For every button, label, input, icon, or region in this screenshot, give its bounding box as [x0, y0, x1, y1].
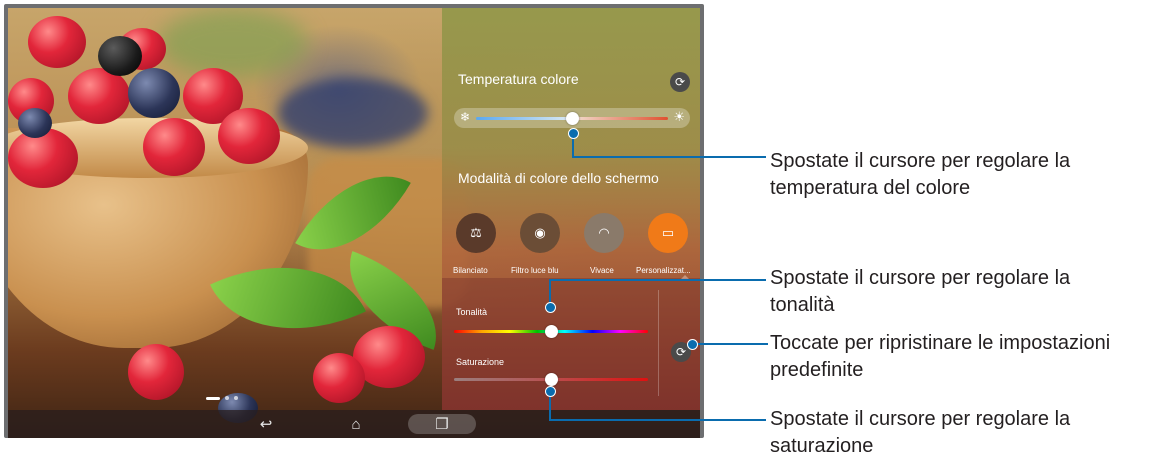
- wallpaper-raspberry: [28, 16, 86, 68]
- page-dot: [225, 396, 229, 400]
- callout-text-temperature: Spostate il cursore per regolare la temp…: [770, 148, 1070, 202]
- callout-line-saturation: [549, 419, 766, 421]
- wallpaper-bokeh: [158, 8, 308, 78]
- back-icon: ↩: [259, 416, 273, 433]
- rainbow-icon: ◠: [598, 225, 610, 240]
- eye-shield-icon: ◉: [534, 225, 546, 240]
- page-indicator: [206, 396, 238, 400]
- mode-balanced-button[interactable]: ⚖: [456, 213, 496, 253]
- wallpaper-blueberry: [128, 68, 180, 118]
- callout-hue-text: Spostate il cursore per regolare la tona…: [770, 267, 1071, 316]
- mode-vivid-button[interactable]: ◠: [584, 213, 624, 253]
- screen-color-mode-panel: Temperatura colore ⟳ ❄ ☀ Modalità di col…: [442, 8, 700, 410]
- tablet-device: Temperatura colore ⟳ ❄ ☀ Modalità di col…: [4, 4, 704, 438]
- callout-line-hue: [549, 279, 766, 281]
- callout-text-saturation: Spostate il cursore per regolare la satu…: [770, 406, 1070, 460]
- wallpaper-raspberry: [313, 353, 365, 403]
- mode-blue-light-filter-label: Filtro luce blu: [511, 266, 559, 275]
- mode-balanced-label: Bilanciato: [453, 266, 488, 275]
- page-dot: [234, 396, 238, 400]
- tablet-screen: Temperatura colore ⟳ ❄ ☀ Modalità di col…: [8, 8, 700, 438]
- callout-text-reset: Toccate per ripristinare le impostazioni…: [770, 330, 1110, 384]
- recents-button[interactable]: ❐: [430, 410, 454, 438]
- saturation-slider-thumb[interactable]: [544, 373, 558, 386]
- snowflake-icon: ❄: [460, 110, 471, 124]
- hue-slider-thumb[interactable]: [544, 325, 558, 338]
- color-temperature-slider[interactable]: ❄ ☀: [454, 108, 690, 128]
- balance-scale-icon: ⚖: [470, 225, 482, 240]
- wallpaper-raspberry: [218, 108, 280, 164]
- temperature-slider-thumb[interactable]: [565, 112, 579, 125]
- saturation-label: Saturazione: [456, 357, 505, 367]
- wallpaper-blackberry: [98, 36, 142, 76]
- callout-dot-saturation: [545, 386, 556, 397]
- back-button[interactable]: ↩: [254, 410, 278, 438]
- wallpaper-blueberry: [18, 108, 52, 138]
- wallpaper-raspberry: [8, 128, 78, 188]
- wallpaper-raspberry: [128, 344, 184, 400]
- callout-line-temperature: [572, 156, 766, 158]
- wallpaper-raspberry: [68, 68, 130, 124]
- mode-vivid-label: Vivace: [590, 266, 614, 275]
- recents-icon: ❐: [435, 416, 449, 433]
- callout-saturation-text: Spostate il cursore per regolare la satu…: [770, 408, 1071, 457]
- callout-temperature-text: Spostate il cursore per regolare la temp…: [770, 150, 1071, 199]
- callout-dot-hue: [545, 302, 556, 313]
- color-temperature-title: Temperatura colore: [458, 71, 579, 87]
- custom-settings-area: [442, 278, 700, 410]
- mode-custom-label: Personalizzat...: [636, 266, 691, 275]
- refresh-icon: ⟳: [674, 75, 686, 89]
- custom-screen-icon: ▭: [661, 225, 675, 240]
- callout-line-reset: [690, 343, 768, 345]
- refresh-icon: ⟳: [675, 345, 687, 359]
- mode-custom-button[interactable]: ▭: [648, 213, 688, 253]
- mode-blue-light-filter-button[interactable]: ◉: [520, 213, 560, 253]
- wallpaper-raspberry: [143, 118, 205, 176]
- callout-reset-text: Toccate per ripristinare le impostazioni…: [770, 332, 1111, 381]
- vertical-divider: [658, 290, 659, 396]
- hue-label: Tonalità: [456, 307, 488, 317]
- page-dot-active: [206, 396, 220, 400]
- home-icon: ⌂: [351, 415, 361, 433]
- temperature-reset-button[interactable]: ⟳: [670, 72, 690, 92]
- screen-color-mode-title: Modalità di colore dello schermo: [458, 170, 659, 186]
- callout-dot-temperature: [568, 128, 579, 139]
- callout-text-hue: Spostate il cursore per regolare la tona…: [770, 265, 1070, 319]
- home-button[interactable]: ⌂: [344, 410, 368, 438]
- sun-icon: ☀: [673, 109, 685, 124]
- callout-dot-reset: [687, 339, 698, 350]
- navigation-bar: ↩ ⌂ ❐: [8, 410, 700, 438]
- wallpaper-bokeh: [278, 78, 428, 148]
